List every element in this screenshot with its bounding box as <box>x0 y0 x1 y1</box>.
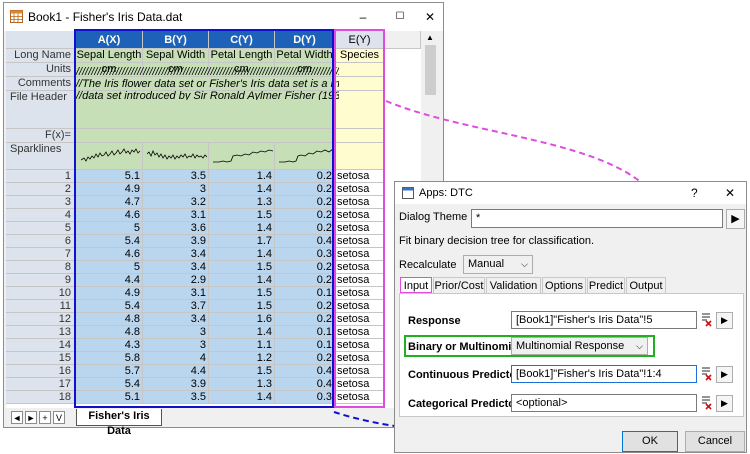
tab-output[interactable]: Output <box>626 277 666 293</box>
cancel-button[interactable]: Cancel <box>685 431 745 452</box>
dialog-titlebar[interactable]: Apps: DTC ? ✕ <box>395 182 746 204</box>
help-button[interactable]: ? <box>691 186 698 200</box>
recalculate-value: Manual <box>468 258 505 270</box>
tab-options[interactable]: Options <box>542 277 586 293</box>
dialog-theme-field[interactable]: * <box>471 209 723 228</box>
dialog-close-button[interactable]: ✕ <box>725 186 735 200</box>
binary-multinomial-select[interactable]: Multinomial Response ⌵ <box>511 337 648 355</box>
tab-panel: Response [Book1]"Fisher's Iris Data"!5 ▶… <box>399 293 744 417</box>
dialog-theme-label: Dialog Theme <box>399 211 468 223</box>
dialog-title: Apps: DTC <box>419 187 473 199</box>
tab-input[interactable]: Input <box>400 277 432 293</box>
categorical-predictors-field[interactable]: <optional> <box>511 394 697 412</box>
response-field[interactable]: [Book1]"Fisher's Iris Data"!5 <box>511 311 697 329</box>
ok-button[interactable]: OK <box>622 431 678 452</box>
tab-validation[interactable]: Validation <box>486 277 541 293</box>
dialog-description: Fit binary decision tree for classificat… <box>399 235 595 247</box>
tab-predict[interactable]: Predict <box>587 277 625 293</box>
tab-prior-cost[interactable]: Prior/Cost <box>433 277 485 293</box>
recalculate-select[interactable]: Manual ⌵ <box>463 255 533 274</box>
categorical-predictors-label: Categorical Predictors <box>408 398 526 410</box>
binary-multinomial-value: Multinomial Response <box>516 340 625 352</box>
response-label: Response <box>408 315 461 327</box>
dtc-dialog: Apps: DTC ? ✕ Dialog Theme * ▶ Fit binar… <box>394 181 747 453</box>
theme-menu-arrow-icon[interactable]: ▶ <box>726 209 745 229</box>
categorical-menu-arrow-icon[interactable]: ▶ <box>716 395 733 412</box>
chevron-down-icon: ⌵ <box>521 259 528 269</box>
continuous-select-icon[interactable] <box>700 366 714 382</box>
app-icon <box>402 187 414 199</box>
recalculate-label: Recalculate <box>399 259 457 271</box>
continuous-predictors-label: Continuous Predictors <box>408 369 527 381</box>
continuous-predictors-field[interactable]: [Book1]"Fisher's Iris Data"!1:4 <box>511 365 697 383</box>
binary-multinomial-label: Binary or Multinomial <box>408 341 521 353</box>
response-menu-arrow-icon[interactable]: ▶ <box>716 312 733 329</box>
response-select-icon[interactable] <box>700 312 714 328</box>
continuous-menu-arrow-icon[interactable]: ▶ <box>716 366 733 383</box>
chevron-down-icon: ⌵ <box>636 341 643 351</box>
categorical-select-icon[interactable] <box>700 395 714 411</box>
